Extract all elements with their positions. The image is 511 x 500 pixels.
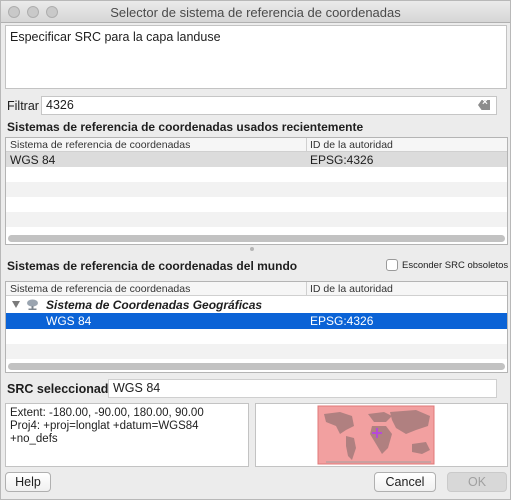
- horizontal-scrollbar[interactable]: [8, 363, 505, 370]
- filter-input[interactable]: 4326: [41, 96, 497, 115]
- horizontal-scrollbar[interactable]: [8, 235, 505, 242]
- crs-name: WGS 84: [10, 153, 56, 167]
- selected-crs-field[interactable]: WGS 84: [108, 379, 497, 398]
- recent-crs-table[interactable]: Sistema de referencia de coordenadas ID …: [5, 137, 508, 245]
- column-divider: [306, 282, 307, 296]
- crs-preview-map: [255, 403, 508, 467]
- window-title: Selector de sistema de referencia de coo…: [110, 5, 401, 20]
- empty-row: [6, 197, 507, 212]
- continent-antarctica: [326, 461, 431, 463]
- cancel-button[interactable]: Cancel: [374, 472, 436, 492]
- expand-triangle-icon[interactable]: [12, 301, 20, 308]
- empty-row: [6, 329, 507, 344]
- column-header-crs[interactable]: Sistema de referencia de coordenadas: [10, 283, 190, 295]
- globe-icon: [27, 299, 38, 310]
- tree-group-row[interactable]: Sistema de Coordenadas Geográficas: [6, 296, 507, 313]
- authority-id: EPSG:4326: [310, 314, 374, 328]
- world-map-preview: [317, 405, 435, 465]
- world-crs-table[interactable]: Sistema de referencia de coordenadas ID …: [5, 281, 508, 373]
- proj4-text: Proj4: +proj=longlat +datum=WGS84: [10, 420, 199, 432]
- table-row-selected[interactable]: WGS 84 EPSG:4326: [6, 313, 507, 329]
- column-divider: [306, 138, 307, 152]
- ok-button[interactable]: OK: [447, 472, 507, 492]
- crs-name: WGS 84: [46, 314, 92, 328]
- recent-table-header: Sistema de referencia de coordenadas ID …: [6, 138, 507, 152]
- empty-row: [6, 167, 507, 182]
- hide-deprecated-label: Esconder SRC obsoletos: [402, 260, 509, 271]
- proj4-text-cont: +no_defs: [10, 433, 58, 445]
- clear-filter-icon[interactable]: [478, 100, 490, 110]
- extent-text: Extent: -180.00, -90.00, 180.00, 90.00: [10, 407, 204, 419]
- empty-row: [6, 182, 507, 197]
- title-bar: Selector de sistema de referencia de coo…: [1, 1, 510, 23]
- crs-selector-dialog: Selector de sistema de referencia de coo…: [0, 0, 511, 500]
- authority-id: EPSG:4326: [310, 153, 374, 167]
- column-header-crs[interactable]: Sistema de referencia de coordenadas: [10, 139, 190, 151]
- empty-row: [6, 344, 507, 359]
- hide-deprecated-checkbox[interactable]: [386, 259, 398, 271]
- help-button[interactable]: Help: [5, 472, 51, 492]
- column-header-authority[interactable]: ID de la autoridad: [310, 139, 393, 151]
- filter-label: Filtrar: [7, 99, 39, 113]
- filter-value: 4326: [46, 98, 74, 112]
- empty-row: [6, 212, 507, 227]
- selected-crs-label: SRC seleccionado: [7, 382, 117, 396]
- crs-group-name: Sistema de Coordenadas Geográficas: [46, 298, 263, 312]
- crs-info-box: Extent: -180.00, -90.00, 180.00, 90.00 P…: [5, 403, 249, 467]
- column-header-authority[interactable]: ID de la autoridad: [310, 283, 393, 295]
- world-table-header: Sistema de referencia de coordenadas ID …: [6, 282, 507, 296]
- layer-description: Especificar SRC para la capa landuse: [5, 25, 507, 89]
- recent-crs-title: Sistemas de referencia de coordenadas us…: [7, 120, 364, 134]
- splitter-handle[interactable]: [250, 247, 254, 251]
- world-crs-title: Sistemas de referencia de coordenadas de…: [7, 259, 298, 273]
- table-row[interactable]: WGS 84 EPSG:4326: [6, 152, 507, 167]
